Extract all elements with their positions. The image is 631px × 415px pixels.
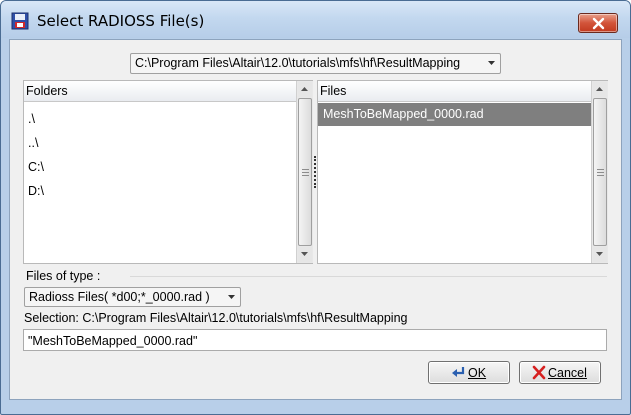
- chevron-down-icon: [488, 61, 495, 65]
- ok-label: OK: [468, 366, 487, 380]
- radioss-disk-icon: [11, 12, 29, 30]
- folder-item[interactable]: .\: [28, 112, 35, 126]
- selection-input[interactable]: "MeshToBeMapped_0000.rad": [23, 329, 607, 351]
- scroll-up-button[interactable]: [298, 82, 312, 97]
- selection-label: Selection: C:\Program Files\Altair\12.0\…: [24, 311, 408, 325]
- directory-dropdown[interactable]: C:\Program Files\Altair\12.0\tutorials\m…: [130, 53, 501, 74]
- scroll-down-button[interactable]: [593, 247, 607, 262]
- dialog-body: C:\Program Files\Altair\12.0\tutorials\m…: [9, 39, 622, 400]
- enter-arrow-icon: [452, 367, 465, 377]
- chevron-up-icon: [301, 87, 308, 91]
- folder-item[interactable]: ..\: [28, 136, 38, 150]
- panel-splitter[interactable]: [314, 156, 316, 188]
- file-type-dropdown[interactable]: Radioss Files( *d00;*_0000.rad ): [24, 287, 241, 307]
- folder-item[interactable]: C:\: [28, 160, 44, 174]
- separator: [130, 276, 607, 277]
- cancel-button[interactable]: Cancel: [519, 361, 601, 384]
- files-list[interactable]: Files MeshToBeMapped_0000.rad: [317, 80, 608, 264]
- files-header[interactable]: Files: [318, 81, 591, 102]
- close-icon: [592, 17, 605, 30]
- files-scrollbar[interactable]: [591, 81, 608, 263]
- ok-button[interactable]: OK: [428, 361, 510, 384]
- select-file-dialog: Select RADIOSS File(s) C:\Program Files\…: [0, 0, 631, 415]
- selection-value: "MeshToBeMapped_0000.rad": [28, 334, 198, 348]
- cancel-x-icon: [532, 365, 546, 380]
- file-name: MeshToBeMapped_0000.rad: [323, 107, 484, 121]
- title-bar[interactable]: Select RADIOSS File(s): [1, 1, 630, 38]
- folder-item[interactable]: D:\: [28, 184, 44, 198]
- chevron-up-icon: [596, 87, 603, 91]
- folders-scrollbar[interactable]: [296, 81, 313, 263]
- file-type-value: Radioss Files( *d00;*_0000.rad ): [29, 290, 210, 304]
- files-header-label: Files: [320, 84, 347, 98]
- scroll-down-button[interactable]: [298, 247, 312, 262]
- chevron-down-icon: [596, 252, 603, 256]
- scroll-up-button[interactable]: [593, 82, 607, 97]
- chevron-down-icon: [228, 295, 235, 299]
- file-item-selected[interactable]: MeshToBeMapped_0000.rad: [318, 103, 591, 126]
- folders-list[interactable]: Folders .\ ..\ C:\ D:\: [23, 80, 313, 264]
- scroll-thumb[interactable]: [298, 98, 312, 246]
- folders-header-label: Folders: [26, 84, 68, 98]
- dialog-title: Select RADIOSS File(s): [37, 12, 205, 30]
- chevron-down-icon: [301, 252, 308, 256]
- cancel-label: Cancel: [548, 366, 587, 380]
- scroll-thumb[interactable]: [593, 98, 607, 246]
- folders-header[interactable]: Folders: [24, 81, 296, 102]
- files-of-type-label: Files of type :: [26, 269, 101, 283]
- directory-path: C:\Program Files\Altair\12.0\tutorials\m…: [135, 56, 461, 70]
- close-button[interactable]: [578, 13, 618, 33]
